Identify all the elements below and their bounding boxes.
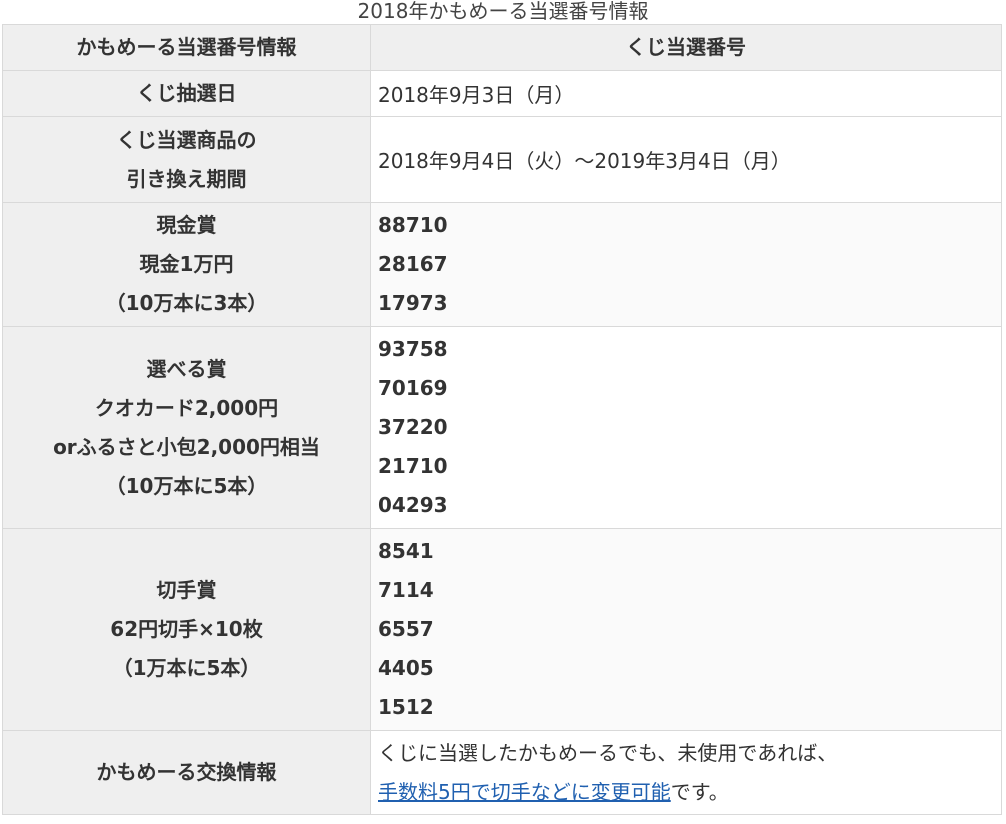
exchange-period-label-line-2: 引き換え期間 [126,166,247,191]
table-header-row: かもめーる当選番号情報 くじ当選番号 [2,24,1002,71]
exchange-info-line-2: 手数料5円で切手などに変更可能です。 [378,773,1001,812]
winning-number: 04293 [378,493,448,517]
choice-prize-numbers: 93758 70169 37220 21710 04293 [370,326,1002,529]
winning-number: 28167 [378,252,448,276]
exchange-period-value: 2018年9月4日（火）～2019年3月4日（月） [370,116,1002,203]
cash-prize-numbers: 88710 28167 17973 [370,202,1002,327]
cash-prize-label-line-1: 現金賞 [156,213,217,237]
winning-number: 88710 [378,213,448,237]
stamp-prize-row: 切手賞 62円切手×10枚 （1万本に5本） 8541 7114 6557 44… [2,528,1002,731]
exchange-info-line-1: くじに当選したかもめーるでも、未使用であれば、 [378,740,838,765]
winning-number: 6557 [378,617,434,641]
winning-number: 93758 [378,337,448,361]
choice-prize-label-line-2: クオカード2,000円 [94,395,279,420]
winning-number: 70169 [378,376,448,400]
choice-prize-label-line-3: orふるさと小包2,000円相当 [53,434,320,459]
table-caption: 2018年かもめーる当選番号情報 [357,0,649,23]
draw-date-label: くじ抽選日 [2,70,371,117]
cash-prize-label: 現金賞 現金1万円 （10万本に3本） [2,202,371,327]
choice-prize-label: 選べる賞 クオカード2,000円 orふるさと小包2,000円相当 （10万本に… [2,326,371,529]
stamp-prize-label-line-3: （1万本に5本） [112,656,261,680]
choice-prize-label-line-1: 選べる賞 [146,356,227,381]
exchange-period-label: くじ当選商品の 引き換え期間 [2,116,371,203]
stamp-prize-numbers: 8541 7114 6557 4405 1512 [370,528,1002,731]
draw-date-value: 2018年9月3日（月） [370,70,1002,117]
choice-prize-label-line-4: （10万本に5本） [105,473,268,498]
winning-number: 17973 [378,291,448,315]
stamp-prize-label-line-1: 切手賞 [156,578,217,602]
header-right: くじ当選番号 [370,24,1002,71]
choice-prize-row: 選べる賞 クオカード2,000円 orふるさと小包2,000円相当 （10万本に… [2,326,1002,529]
exchange-period-label-line-1: くじ当選商品の [116,127,257,152]
cash-prize-label-line-2: 現金1万円 [139,252,234,276]
winning-number: 4405 [378,656,434,680]
exchange-period-row: くじ当選商品の 引き換え期間 2018年9月4日（火）～2019年3月4日（月） [2,116,1002,203]
draw-date-row: くじ抽選日 2018年9月3日（月） [2,70,1002,117]
winning-number: 1512 [378,695,434,719]
winning-number: 37220 [378,415,448,439]
exchange-info-row: かもめーる交換情報 くじに当選したかもめーるでも、未使用であれば、 手数料5円で… [2,730,1002,815]
stamp-prize-label-line-2: 62円切手×10枚 [110,617,263,641]
header-left: かもめーる当選番号情報 [2,24,371,71]
lottery-results-table: かもめーる当選番号情報 くじ当選番号 くじ抽選日 2018年9月3日（月） くじ… [2,24,1002,815]
cash-prize-label-line-3: （10万本に3本） [105,291,268,315]
winning-number: 8541 [378,539,434,563]
exchange-info-label: かもめーる交換情報 [2,730,371,815]
exchange-info-value: くじに当選したかもめーるでも、未使用であれば、 手数料5円で切手などに変更可能で… [370,730,1002,815]
winning-number: 7114 [378,578,434,602]
exchange-info-suffix: です。 [670,779,729,804]
cash-prize-row: 現金賞 現金1万円 （10万本に3本） 88710 28167 17973 [2,202,1002,327]
stamp-prize-label: 切手賞 62円切手×10枚 （1万本に5本） [2,528,371,731]
exchange-fee-link[interactable]: 手数料5円で切手などに変更可能 [378,780,671,804]
winning-number: 21710 [378,454,448,478]
